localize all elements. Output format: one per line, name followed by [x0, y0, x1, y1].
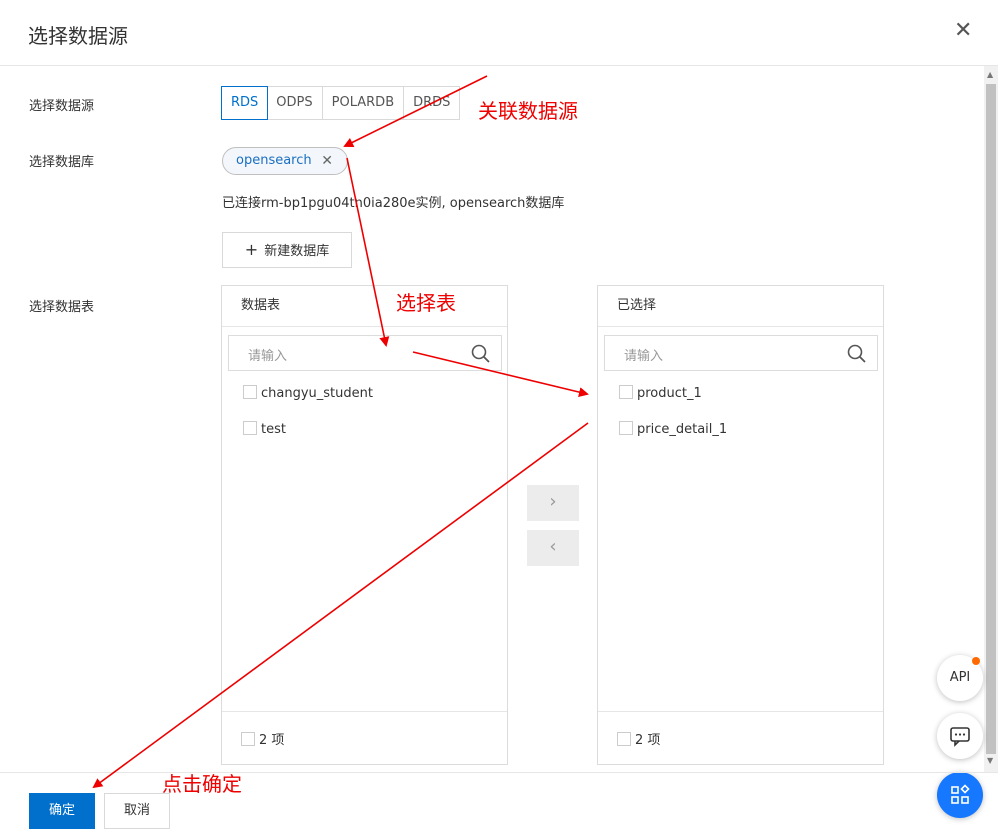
source-count: 2 项	[259, 733, 285, 748]
tab-drds[interactable]: DRDS	[404, 87, 459, 119]
scrollbar-thumb[interactable]	[986, 84, 996, 754]
close-icon[interactable]: ✕	[954, 18, 972, 43]
source-search-input[interactable]: 请输入	[228, 335, 502, 371]
source-search-placeholder: 请输入	[248, 349, 288, 364]
list-item-label: product_1	[637, 386, 702, 401]
database-label: 选择数据库	[29, 155, 95, 170]
tab-odps[interactable]: ODPS	[267, 87, 323, 119]
list-item-label: test	[261, 422, 286, 437]
list-item[interactable]: changyu_student	[243, 385, 373, 401]
connection-info: 已连接rm-bp1pgu04tn0ia280e实例, opensearch数据库	[222, 196, 565, 211]
move-left-button[interactable]: ‹	[527, 530, 579, 566]
selected-panel-title: 已选择	[598, 286, 883, 327]
tab-rds[interactable]: RDS	[221, 86, 269, 120]
source-panel-title: 数据表	[222, 286, 507, 327]
cancel-button[interactable]: 取消	[104, 793, 170, 829]
new-database-label: 新建数据库	[264, 244, 330, 259]
database-tag[interactable]: opensearch ✕	[222, 147, 348, 175]
table-label: 选择数据表	[29, 300, 95, 315]
selected-count: 2 项	[635, 733, 661, 748]
datasource-label: 选择数据源	[29, 99, 95, 114]
plus-icon: +	[244, 240, 259, 259]
source-panel-footer: 2 项	[222, 711, 507, 764]
datasource-tabs: RDS ODPS POLARDB DRDS	[221, 86, 461, 120]
dialog-title: 选择数据源	[28, 24, 128, 48]
tab-polardb[interactable]: POLARDB	[323, 87, 405, 119]
annotation-click-confirm: 点击确定	[162, 772, 242, 796]
selected-search-input[interactable]: 请输入	[604, 335, 878, 371]
list-item[interactable]: product_1	[619, 385, 702, 401]
annotation-select-table: 选择表	[396, 291, 456, 315]
source-select-all[interactable]: 2 项	[241, 729, 284, 748]
selected-panel-footer: 2 项	[598, 711, 883, 764]
search-icon[interactable]	[471, 344, 491, 364]
checkbox[interactable]	[619, 385, 633, 399]
list-item[interactable]: test	[243, 421, 286, 437]
selected-table-panel: 已选择 请输入 product_1 price_detail_1 2 项	[597, 285, 884, 765]
confirm-button[interactable]: 确定	[29, 793, 95, 829]
list-item-label: changyu_student	[261, 386, 373, 401]
remove-tag-icon[interactable]: ✕	[321, 148, 333, 174]
selected-search-placeholder: 请输入	[624, 349, 664, 364]
move-right-button[interactable]: ›	[527, 485, 579, 521]
checkbox[interactable]	[617, 732, 631, 746]
database-tag-label: opensearch	[236, 153, 312, 168]
checkbox[interactable]	[243, 421, 257, 435]
checkbox[interactable]	[241, 732, 255, 746]
checkbox[interactable]	[243, 385, 257, 399]
list-item[interactable]: price_detail_1	[619, 421, 727, 437]
annotation-relate-datasource: 关联数据源	[478, 99, 578, 123]
notification-dot	[972, 657, 980, 665]
message-icon[interactable]	[937, 713, 983, 759]
list-item-label: price_detail_1	[637, 422, 728, 437]
scroll-up-icon[interactable]: ▲	[987, 70, 993, 79]
new-database-button[interactable]: + 新建数据库	[222, 232, 352, 268]
search-icon[interactable]	[847, 344, 867, 364]
scroll-down-icon[interactable]: ▼	[987, 756, 993, 765]
source-table-panel: 数据表 请输入 changyu_student test 2 项	[221, 285, 508, 765]
selected-select-all[interactable]: 2 项	[617, 729, 660, 748]
dialog-header: 选择数据源 ✕	[0, 0, 998, 66]
scrollbar[interactable]: ▲ ▼	[984, 66, 998, 772]
checkbox[interactable]	[619, 421, 633, 435]
